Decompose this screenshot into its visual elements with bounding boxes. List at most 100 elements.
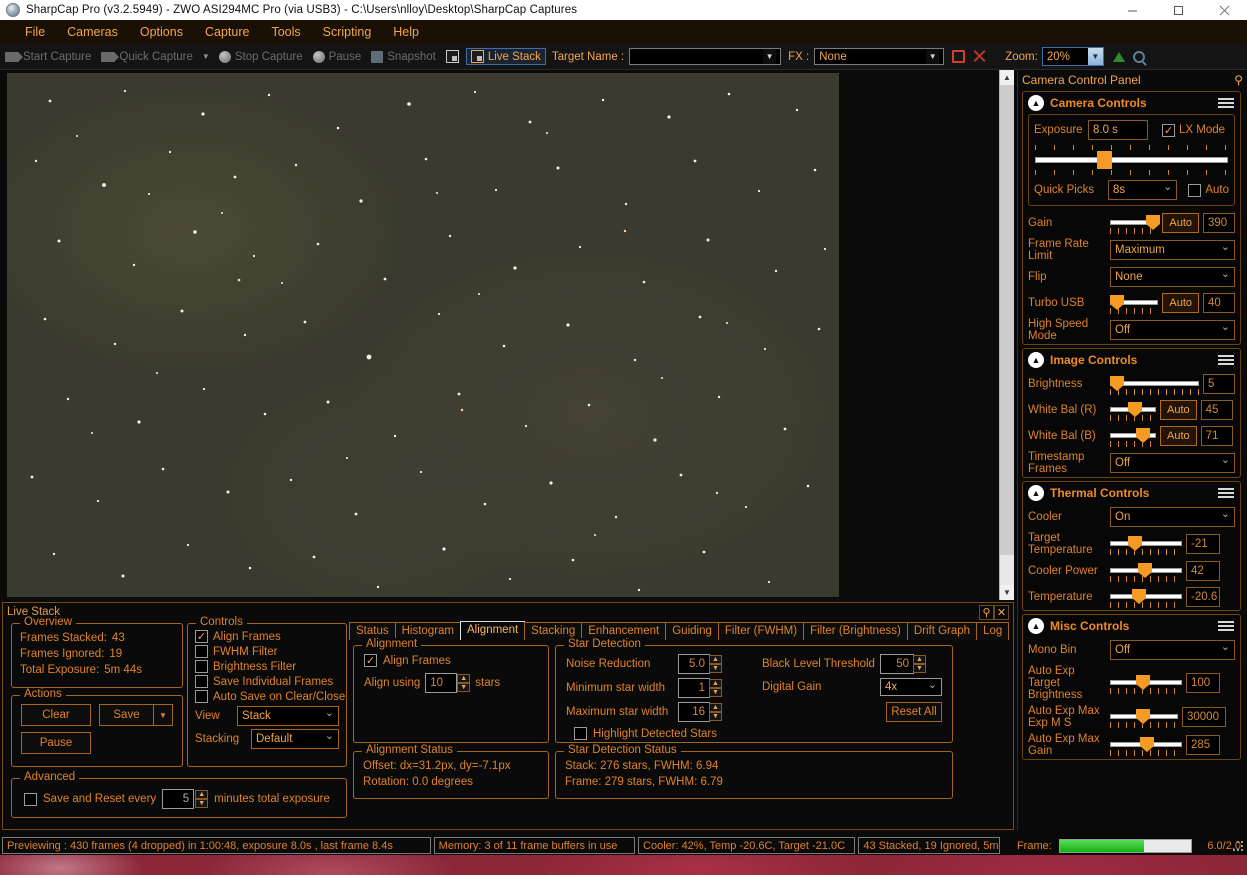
save-and-reset-value[interactable]: 5 bbox=[162, 789, 195, 809]
brightness-filter-checkbox[interactable] bbox=[195, 660, 208, 673]
max-star-width-value[interactable]: 16 bbox=[678, 702, 710, 722]
fwhm-filter-checkbox[interactable] bbox=[195, 645, 208, 658]
minimize-button[interactable] bbox=[1109, 0, 1155, 20]
alignment-align-frames-checkbox[interactable]: ✓ bbox=[364, 654, 377, 667]
hamburger-icon[interactable] bbox=[1218, 355, 1234, 365]
pin-icon[interactable]: ⚲ bbox=[1234, 73, 1243, 87]
align-using-stepper[interactable]: ▲ ▼ bbox=[457, 674, 471, 692]
live-stack-image[interactable] bbox=[7, 73, 839, 597]
tab-log[interactable]: Log bbox=[976, 622, 1010, 640]
min-star-width-stepper[interactable]: ▲ ▼ bbox=[709, 679, 722, 697]
resize-grip-icon[interactable] bbox=[1232, 841, 1244, 853]
min-star-width-value[interactable]: 1 bbox=[678, 678, 710, 698]
white-bal-b-value[interactable]: 71 bbox=[1200, 426, 1233, 446]
slider-knob[interactable] bbox=[1097, 151, 1112, 169]
stepper-down-icon[interactable]: ▼ bbox=[709, 664, 722, 673]
auto-exp-max-gain-value[interactable]: 285 bbox=[1186, 735, 1220, 755]
menu-item-capture[interactable]: Capture bbox=[194, 23, 260, 41]
turbo-usb-value[interactable]: 40 bbox=[1203, 293, 1235, 313]
stepper-up-icon[interactable]: ▲ bbox=[709, 655, 722, 664]
white-bal-r-value[interactable]: 45 bbox=[1200, 400, 1233, 420]
stepper-up-icon[interactable]: ▲ bbox=[195, 790, 209, 799]
quick-capture-button[interactable]: Quick Capture bbox=[96, 51, 198, 63]
tab-filter-brightness[interactable]: Filter (Brightness) bbox=[803, 622, 908, 640]
highlight-detected-stars-checkbox[interactable] bbox=[574, 727, 587, 740]
stepper-down-icon[interactable]: ▼ bbox=[457, 683, 471, 692]
menu-item-options[interactable]: Options bbox=[129, 23, 194, 41]
quick-picks-dropdown[interactable]: 8s bbox=[1108, 180, 1178, 200]
target-temperature-value[interactable]: -21 bbox=[1186, 534, 1220, 554]
menu-item-cameras[interactable]: Cameras bbox=[56, 23, 129, 41]
save-and-reset-stepper[interactable]: ▲ ▼ bbox=[195, 790, 209, 808]
image-viewport[interactable]: ▲ ▼ bbox=[4, 70, 1014, 600]
view-dropdown[interactable]: Stack bbox=[237, 706, 339, 726]
alignment-align-frames-row[interactable]: ✓ Align Frames bbox=[364, 654, 548, 667]
tab-alignment[interactable]: Alignment bbox=[460, 621, 526, 640]
group-header-camera-controls[interactable]: ▲ Camera Controls bbox=[1023, 92, 1240, 114]
close-icon[interactable]: ✕ bbox=[994, 604, 1009, 620]
stepper-down-icon[interactable]: ▼ bbox=[913, 664, 926, 673]
chevron-down-icon[interactable]: ▼ bbox=[926, 49, 940, 64]
maximize-button[interactable] bbox=[1155, 0, 1201, 20]
viewport-vertical-scrollbar[interactable]: ▲ ▼ bbox=[999, 70, 1014, 600]
pause-stack-button[interactable]: Pause bbox=[21, 732, 91, 754]
stepper-up-icon[interactable]: ▲ bbox=[709, 679, 722, 688]
frame-rate-limit-dropdown[interactable]: Maximum bbox=[1110, 240, 1235, 260]
auto-exp-max-exp-slider[interactable] bbox=[1110, 707, 1178, 728]
flip-dropdown[interactable]: None bbox=[1110, 267, 1235, 287]
gain-value[interactable]: 390 bbox=[1203, 213, 1235, 233]
hamburger-icon[interactable] bbox=[1218, 621, 1234, 631]
chevron-up-icon[interactable]: ▲ bbox=[1028, 95, 1044, 111]
magnifier-icon[interactable] bbox=[1132, 50, 1145, 63]
zoom-fit-icon[interactable] bbox=[1112, 51, 1125, 62]
stepper-down-icon[interactable]: ▼ bbox=[195, 799, 209, 808]
save-individual-frames-row[interactable]: Save Individual Frames bbox=[195, 675, 346, 688]
tab-filter-fwhm[interactable]: Filter (FWHM) bbox=[717, 622, 805, 640]
cooler-power-slider[interactable] bbox=[1110, 561, 1182, 582]
stepper-up-icon[interactable]: ▲ bbox=[913, 655, 926, 664]
gain-auto-button[interactable]: Auto bbox=[1162, 213, 1199, 233]
zoom-dropdown[interactable]: 20% ▼ bbox=[1041, 47, 1104, 66]
stacking-dropdown[interactable]: Default bbox=[251, 729, 339, 749]
auto-exp-max-exp-value[interactable]: 30000 bbox=[1182, 707, 1226, 727]
stepper-down-icon[interactable]: ▼ bbox=[709, 688, 722, 697]
temperature-slider[interactable] bbox=[1110, 587, 1182, 608]
stepper-up-icon[interactable]: ▲ bbox=[457, 674, 471, 683]
auto-exp-target-brightness-slider[interactable] bbox=[1110, 673, 1182, 694]
brightness-slider[interactable] bbox=[1110, 374, 1199, 395]
close-button[interactable] bbox=[1201, 0, 1247, 20]
auto-save-on-clear-checkbox[interactable] bbox=[195, 690, 208, 703]
max-star-width-stepper[interactable]: ▲ ▼ bbox=[709, 703, 722, 721]
gain-slider[interactable] bbox=[1110, 213, 1160, 234]
cooler-power-value[interactable]: 42 bbox=[1186, 561, 1220, 581]
group-header-image-controls[interactable]: ▲ Image Controls bbox=[1023, 349, 1240, 371]
cooler-dropdown[interactable]: On bbox=[1110, 507, 1235, 527]
white-bal-r-slider[interactable] bbox=[1110, 400, 1156, 421]
chevron-up-icon[interactable]: ▲ bbox=[1028, 352, 1044, 368]
live-stack-button[interactable]: Live Stack bbox=[465, 48, 546, 65]
timestamp-frames-dropdown[interactable]: Off bbox=[1110, 453, 1235, 473]
menu-item-scripting[interactable]: Scripting bbox=[312, 23, 383, 41]
brightness-filter-row[interactable]: Brightness Filter bbox=[195, 660, 346, 673]
white-bal-r-auto-button[interactable]: Auto bbox=[1160, 400, 1197, 420]
chevron-down-icon[interactable]: ▼ bbox=[202, 52, 210, 61]
roi-icon[interactable] bbox=[952, 50, 966, 63]
clear-button[interactable]: Clear bbox=[21, 704, 91, 726]
brightness-value[interactable]: 5 bbox=[1203, 374, 1235, 394]
black-level-threshold-stepper[interactable]: ▲ ▼ bbox=[913, 655, 926, 673]
turbo-usb-slider[interactable] bbox=[1110, 293, 1159, 314]
stop-capture-button[interactable]: Stop Capture bbox=[214, 50, 308, 63]
black-level-threshold-value[interactable]: 50 bbox=[880, 654, 914, 674]
target-name-input[interactable]: ▼ bbox=[629, 48, 782, 65]
temperature-value[interactable]: -20.6 bbox=[1186, 587, 1220, 607]
save-individual-frames-checkbox[interactable] bbox=[195, 675, 208, 688]
stepper-up-icon[interactable]: ▲ bbox=[709, 703, 722, 712]
start-capture-button[interactable]: Start Capture bbox=[0, 51, 96, 63]
auto-exp-target-brightness-value[interactable]: 100 bbox=[1186, 673, 1220, 693]
tab-guiding[interactable]: Guiding bbox=[665, 622, 719, 640]
auto-exp-max-gain-slider[interactable] bbox=[1110, 735, 1182, 756]
align-using-value[interactable]: 10 bbox=[425, 673, 458, 693]
auto-save-on-clear-row[interactable]: Auto Save on Clear/Close bbox=[195, 690, 346, 703]
chevron-up-icon[interactable]: ▲ bbox=[1028, 485, 1044, 501]
group-header-thermal-controls[interactable]: ▲ Thermal Controls bbox=[1023, 482, 1240, 504]
